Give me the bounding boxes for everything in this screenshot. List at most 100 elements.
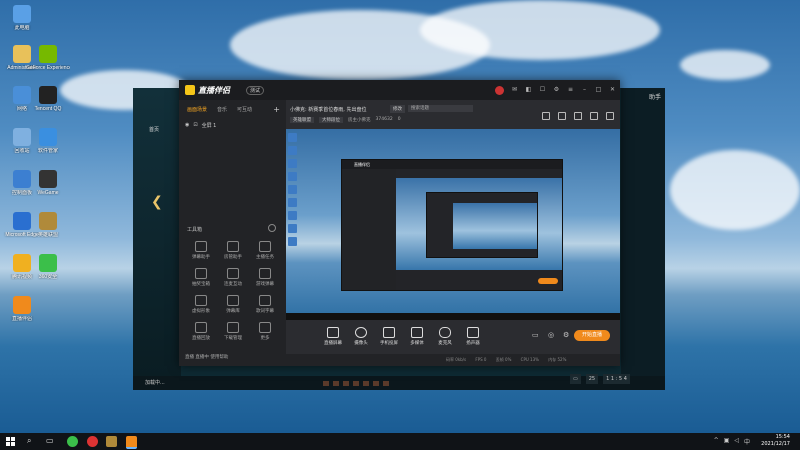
- rank-tag[interactable]: 大师段位: [319, 117, 343, 123]
- game-tab-home[interactable]: 首页: [133, 88, 181, 133]
- speaker-button[interactable]: 扬声器: [456, 327, 490, 346]
- preview-desktop-icons: [288, 133, 302, 250]
- stream-preview[interactable]: 直播伴侣: [286, 129, 620, 320]
- record-icon[interactable]: ▭: [532, 331, 539, 339]
- live-companion-window[interactable]: 直播伴侣 测试 ✉ ◧ ☐ ⚙ ≡ – □ ✕ 画面场景 音乐 可互动 + ◉ …: [179, 80, 620, 366]
- replay-icon: [195, 322, 207, 333]
- gift-icon[interactable]: [574, 112, 582, 120]
- desktop-icon-label: 此电脑: [14, 25, 30, 31]
- tool-label: 连麦互动: [224, 282, 242, 287]
- desktop-icon[interactable]: WeGame: [26, 170, 70, 196]
- nested-preview-2: [453, 203, 537, 249]
- tool-label: 下载管理: [224, 336, 242, 341]
- tool-more[interactable]: 更多: [249, 322, 281, 341]
- settings-icon[interactable]: ⚙: [553, 86, 560, 93]
- home-icon[interactable]: [542, 112, 550, 120]
- add-scene-icon[interactable]: +: [273, 105, 280, 114]
- bell-icon[interactable]: [590, 112, 598, 120]
- ime-icon[interactable]: 中: [744, 437, 750, 446]
- tool-library[interactable]: 弹幕库: [217, 295, 249, 314]
- desktop-icon-label: 软件管家: [37, 148, 58, 154]
- tab-scenes[interactable]: 画面场景: [187, 106, 207, 113]
- up-arrow-icon[interactable]: ^: [714, 437, 719, 446]
- scene-item[interactable]: ◉ ⊡ 全屏 1: [185, 122, 216, 129]
- nvidia-icon: [39, 45, 57, 63]
- menu-icon[interactable]: ≡: [567, 86, 574, 93]
- search-icon[interactable]: ⌕: [27, 436, 31, 446]
- message-icon[interactable]: ✉: [511, 86, 518, 93]
- feedback-icon[interactable]: ☐: [539, 86, 546, 93]
- tool-label: 游戏弹幕: [256, 282, 274, 287]
- tool-task[interactable]: 主播任务: [249, 241, 281, 260]
- game-danmaku-icon: [259, 268, 271, 279]
- computer-icon: [13, 5, 31, 23]
- desktop-icon[interactable]: 此电脑: [0, 5, 44, 31]
- maximize-icon[interactable]: □: [595, 86, 602, 93]
- carousel-dots[interactable]: [323, 381, 389, 386]
- eye-icon[interactable]: ◎: [548, 331, 554, 339]
- taskbar-clock[interactable]: 15:54 2021/12/17: [761, 434, 790, 448]
- skin-icon[interactable]: ◧: [525, 86, 532, 93]
- tool-cohost[interactable]: 连麦互动: [217, 268, 249, 287]
- sidebar-footer[interactable]: 直播 直播中 使用帮助: [185, 354, 228, 360]
- share-icon[interactable]: [558, 112, 566, 120]
- tool-download[interactable]: 下载管理: [217, 322, 249, 341]
- avatar-icon: [195, 295, 207, 306]
- desktop-icon[interactable]: GeForce Experience: [26, 45, 70, 71]
- chevron-left-icon[interactable]: ❮: [151, 194, 163, 210]
- visibility-icon[interactable]: ◉: [185, 122, 189, 129]
- toolbox-info-icon[interactable]: [268, 224, 276, 232]
- phone-cast-icon: [383, 327, 395, 338]
- desktop-icon[interactable]: 软件管家: [26, 128, 70, 154]
- lol-icon: [39, 212, 57, 230]
- qq-icon: [39, 86, 57, 104]
- cpu-status: CPU 13%: [520, 357, 539, 362]
- app-title: 直播伴侣: [198, 86, 230, 95]
- export-icon[interactable]: [606, 112, 614, 120]
- wegame-icon: [39, 170, 57, 188]
- live-icon: [13, 296, 31, 314]
- tool-danmaku[interactable]: 弹幕助手: [185, 241, 217, 260]
- category-tag[interactable]: 英雄联盟: [290, 117, 314, 123]
- gear-icon[interactable]: ⚙: [563, 331, 569, 339]
- friends-count-badge[interactable]: 25: [585, 374, 599, 384]
- tool-lyrics[interactable]: 歌词字幕: [249, 295, 281, 314]
- volume-icon[interactable]: ◁: [734, 437, 739, 446]
- minimize-icon[interactable]: –: [581, 86, 588, 93]
- taskbar-lol-icon[interactable]: [106, 436, 117, 447]
- memory-status: 内存 52%: [548, 357, 567, 362]
- task-view-icon[interactable]: ▭: [46, 436, 54, 445]
- tab-interactive[interactable]: 可互动: [237, 106, 252, 113]
- tool-game-danmaku[interactable]: 游戏弹幕: [249, 268, 281, 287]
- desktop-icon[interactable]: 直播伴侣: [0, 296, 44, 322]
- source-control-bar: 直播屏幕 摄像头 手机投屏 多媒体 麦克风 扬声器 ▭ ◎ ⚙ 开始直播: [286, 320, 620, 354]
- topic-search-input[interactable]: 搜索话题: [408, 105, 473, 112]
- desktop-icon-label: Tencent QQ: [34, 106, 62, 112]
- taskbar-360-icon[interactable]: [67, 436, 78, 447]
- tab-music[interactable]: 音乐: [217, 106, 227, 113]
- desktop-icon[interactable]: 360安全: [26, 254, 70, 280]
- desktop-icon[interactable]: Tencent QQ: [26, 86, 70, 112]
- game-footer-text: 加载中...: [145, 380, 165, 386]
- desktop-icon-label: 360安全: [38, 274, 58, 280]
- chat-icon[interactable]: ▭: [570, 374, 581, 384]
- taskbar-netease-icon[interactable]: [87, 436, 98, 447]
- tool-replay[interactable]: 直播回放: [185, 322, 217, 341]
- network-icon[interactable]: ▣: [724, 437, 730, 446]
- tool-label: 主播任务: [256, 255, 274, 260]
- avatar[interactable]: [495, 86, 504, 95]
- lock-icon[interactable]: ⊡: [193, 122, 197, 129]
- taskbar-live-icon[interactable]: [126, 436, 137, 449]
- start-live-button[interactable]: 开始直播: [574, 330, 610, 341]
- tool-label: 歌词字幕: [256, 309, 274, 314]
- edit-title-button[interactable]: 修改: [390, 105, 405, 113]
- tool-label: 弹幕库: [226, 309, 240, 314]
- windows-start-icon[interactable]: [6, 437, 15, 446]
- tool-lottery[interactable]: 抽奖宝箱: [185, 268, 217, 287]
- recursive-preview-window-2: [426, 192, 538, 258]
- security-icon: [39, 254, 57, 272]
- tool-avatar[interactable]: 虚拟形象: [185, 295, 217, 314]
- desktop-icon[interactable]: 英雄联盟: [26, 212, 70, 238]
- tool-admin[interactable]: 房管助手: [217, 241, 249, 260]
- close-icon[interactable]: ✕: [609, 86, 616, 93]
